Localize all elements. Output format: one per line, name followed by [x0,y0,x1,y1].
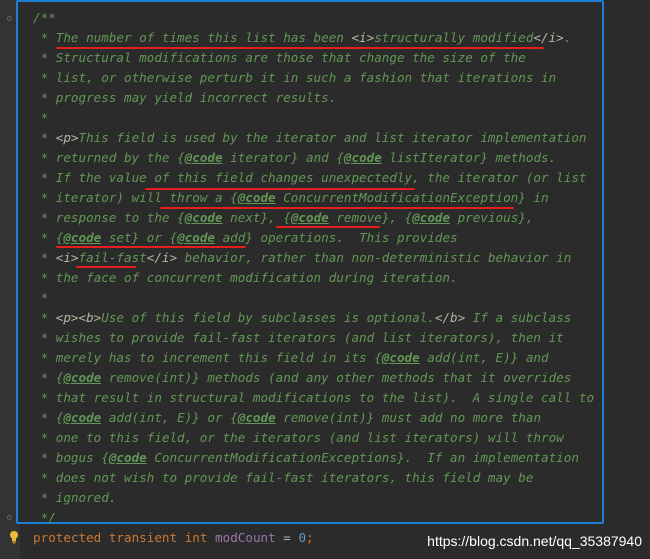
comment-line: * The number of times this list has been… [33,30,572,45]
comment-line: * progress may yield incorrect results. [33,90,337,105]
assign-operator: = [275,530,299,545]
lightbulb-icon[interactable] [9,530,19,544]
comment-line: * ignored. [33,490,117,505]
javadoc-comment[interactable]: /** * The number of times this list has … [33,8,594,528]
annotation-underline [276,226,380,228]
field-declaration[interactable]: protected transient int modCount = 0; [33,528,314,548]
annotation-underline [160,207,514,209]
comment-line: * list, or otherwise perturb it in such … [33,70,557,85]
semicolon: ; [306,530,314,545]
annotation-underline [76,266,136,268]
comment-line: * <i>fail-fast</i> behavior, rather than… [33,250,572,265]
comment-line: * returned by the {@code iterator} and {… [33,150,557,165]
annotation-underline [56,246,246,248]
annotation-underline [145,188,415,190]
comment-line: * [33,290,49,305]
comment-line: * response to the {@code next}, {@code r… [33,210,534,225]
comment-line: * {@code remove(int)} methods (and any o… [33,370,572,385]
comment-line: * {@code add(int, E)} or {@code remove(i… [33,410,542,425]
comment-line: * <p>This field is used by the iterator … [33,130,587,145]
comment-line: * {@code set} or {@code add} operations.… [33,230,458,245]
comment-line: * that result in structural modification… [33,390,595,405]
comment-line: * the face of concurrent modification du… [33,270,458,285]
comment-line: * merely has to increment this field in … [33,350,549,365]
keyword-protected: protected [33,530,102,545]
annotation-underline [56,47,544,49]
comment-line: * wishes to provide fail-fast iterators … [33,330,564,345]
comment-line: * Structural modifications are those tha… [33,50,526,65]
keyword-transient: transient [108,530,178,545]
watermark: https://blog.csdn.net/qq_35387940 [427,533,642,549]
fold-marker-icon[interactable] [7,515,12,520]
fold-marker-icon[interactable] [7,16,12,21]
comment-line: */ [33,510,56,525]
comment-line: * <p><b>Use of this field by subclasses … [33,310,572,325]
comment-line: * If the value of this field changes une… [33,170,587,185]
comment-line: * does not wish to provide fail-fast ite… [33,470,534,485]
comment-line: * [33,110,49,125]
comment-line: * iterator) will throw a {@code Concurre… [33,190,549,205]
comment-line: * bogus {@code ConcurrentModificationExc… [33,450,579,465]
initial-value: 0 [298,530,307,545]
field-name: modCount [215,530,276,545]
comment-line: /** [33,10,56,25]
keyword-int: int [184,530,208,545]
comment-line: * one to this field, or the iterators (a… [33,430,564,445]
